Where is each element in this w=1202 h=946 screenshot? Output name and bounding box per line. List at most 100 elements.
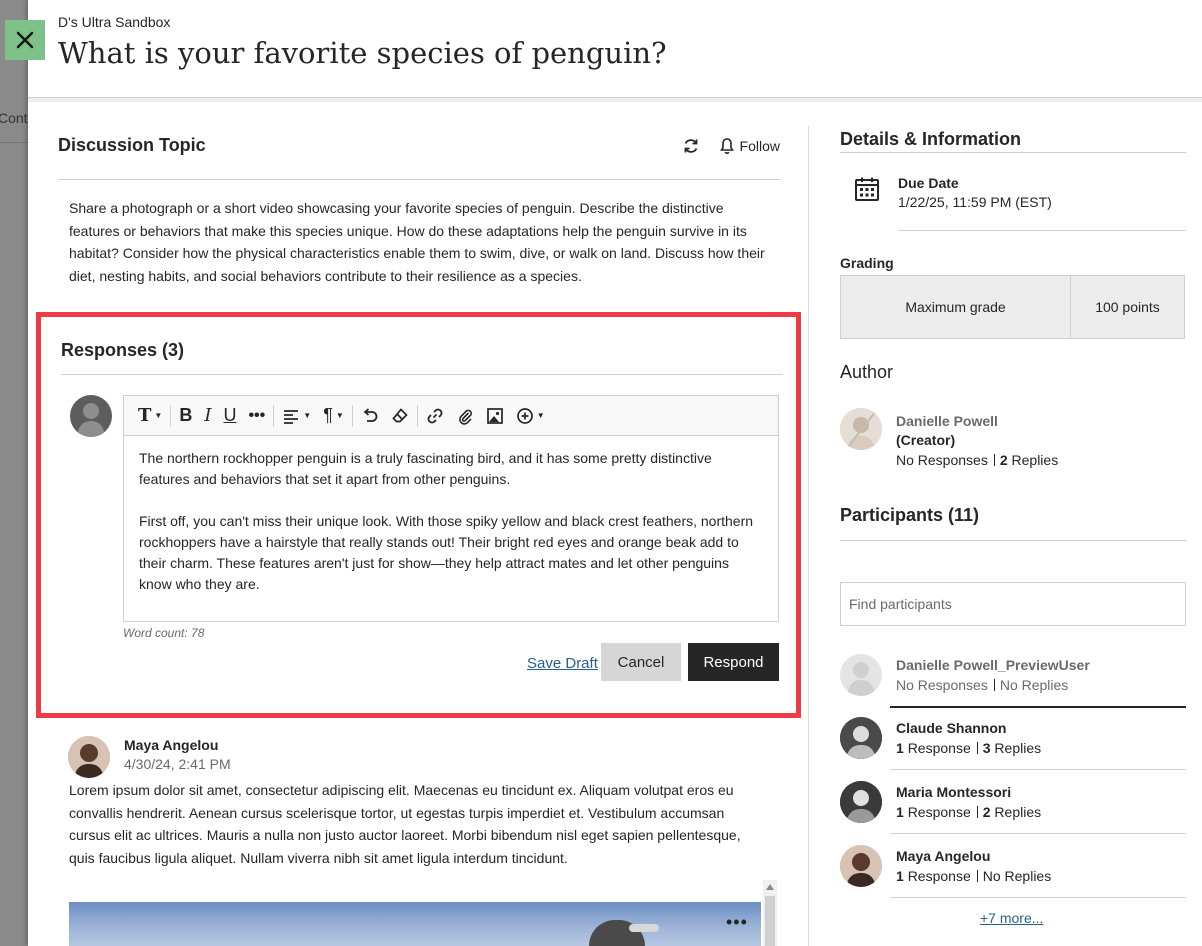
participant-divider [890, 897, 1186, 898]
plus-circle-icon [516, 407, 533, 424]
participant-replies-count: 3 [982, 740, 991, 756]
participant-divider [890, 833, 1186, 834]
participant-responses: No Responses [896, 677, 988, 693]
paperclip-icon [458, 409, 472, 425]
align-left-icon [284, 409, 299, 424]
editor-toolbar: T ▼ B I U ••• ▼ ¶ ▼ ▼ [124, 396, 778, 436]
align-dropdown[interactable]: ▼ [276, 402, 317, 430]
author-role: (Creator) [896, 432, 956, 448]
user-silhouette-icon [847, 662, 875, 696]
discussion-panel: D's Ultra Sandbox What is your favorite … [28, 0, 1202, 946]
user-photo-icon [840, 781, 882, 823]
due-date-value: 1/22/25, 11:59 PM (EST) [898, 194, 1052, 210]
participant-responses-count: 1 [896, 804, 904, 820]
clear-formatting-button[interactable] [385, 402, 415, 430]
author-heading: Author [840, 362, 894, 382]
chevron-down-icon: ▼ [335, 411, 344, 420]
more-participants-link[interactable]: +7 more... [980, 910, 1043, 926]
responses-heading: Responses (3) [61, 340, 185, 360]
participant-stats: 1 Response 2 Replies [896, 804, 1041, 820]
attach-file-button[interactable] [450, 402, 480, 430]
editor-content[interactable]: The northern rockhopper penguin is a tru… [139, 448, 764, 595]
participant-row[interactable]: Maya Angelou 1 Response No Replies [840, 845, 1186, 909]
grading-table: Maximum grade 100 points [840, 275, 1185, 339]
participants-heading: Participants (11) [840, 505, 980, 525]
responses-highlight: Responses (3) T ▼ B I U ••• ▼ ¶ ▼ ▼ The … [36, 312, 801, 718]
respond-button[interactable]: Respond [688, 643, 779, 681]
editor-paragraph: First off, you can't miss their unique l… [139, 513, 754, 592]
stat-separator [976, 870, 978, 882]
avatar [840, 654, 882, 696]
response-editor: T ▼ B I U ••• ▼ ¶ ▼ ▼ The northern rockh… [123, 395, 779, 622]
participant-divider [890, 706, 1186, 708]
avatar [68, 736, 110, 778]
background-nav-text: Conter [0, 110, 28, 126]
cancel-button[interactable]: Cancel [601, 643, 681, 681]
toolbar-separator [351, 404, 353, 427]
text-style-icon: T [138, 405, 152, 426]
participant-row[interactable]: Danielle Powell_PreviewUser No Responses… [840, 654, 1186, 718]
post-author: Maya Angelou [124, 737, 219, 753]
post-more-options-button[interactable]: ••• [726, 912, 748, 933]
details-divider [840, 152, 1186, 153]
more-formatting-button[interactable]: ••• [242, 402, 271, 430]
penguin-image-part [629, 924, 659, 932]
due-divider [898, 230, 1186, 231]
response-post: Maya Angelou 4/30/24, 2:41 PM Lorem ipsu… [58, 732, 780, 946]
participant-name: Danielle Powell_PreviewUser [896, 657, 1090, 673]
word-count: Word count: 78 [123, 626, 205, 640]
save-draft-link[interactable]: Save Draft [527, 655, 598, 672]
author-responses: No Responses [896, 452, 988, 468]
post-scrollbar[interactable] [763, 880, 777, 946]
responses-divider [61, 374, 783, 375]
toolbar-separator [273, 404, 275, 427]
author-name[interactable]: Danielle Powell [896, 413, 998, 429]
details-sidebar: Details & Information Due Date 1/22/25, … [840, 102, 1186, 946]
grading-label: Grading [840, 255, 894, 271]
insert-image-button[interactable] [480, 402, 510, 430]
refresh-button[interactable] [682, 137, 700, 155]
stat-separator [993, 454, 995, 466]
refresh-icon [684, 139, 697, 153]
bold-icon: B [179, 405, 193, 425]
user-photo-icon [840, 845, 882, 887]
bold-button[interactable]: B [173, 402, 198, 430]
participant-responses-count: 1 [896, 740, 904, 756]
details-heading: Details & Information [840, 129, 1022, 149]
undo-button[interactable] [355, 402, 385, 430]
column-separator [808, 126, 809, 946]
paragraph-dropdown[interactable]: ¶ ▼ [317, 402, 350, 430]
course-name: D's Ultra Sandbox [58, 14, 171, 30]
participant-row[interactable]: Maria Montessori 1 Response 2 Replies [840, 781, 1186, 845]
chevron-down-icon: ▼ [303, 411, 312, 420]
participant-replies-label: Replies [994, 804, 1042, 820]
background-page: Conter [0, 0, 28, 946]
participant-replies-label: Replies [994, 740, 1042, 756]
underline-icon: U [223, 405, 237, 425]
insert-content-dropdown[interactable]: ▼ [510, 402, 551, 430]
participant-responses-count: 1 [896, 868, 904, 884]
participants-divider [840, 540, 1186, 541]
participant-responses-label: Response [907, 868, 971, 884]
find-participants-input[interactable] [840, 582, 1186, 626]
participant-responses-label: Response [907, 740, 971, 756]
close-panel-button[interactable] [5, 20, 45, 60]
image-icon [486, 407, 503, 424]
author-replies-count: 2 [999, 452, 1008, 468]
participant-responses-label: Response [907, 804, 971, 820]
italic-button[interactable]: I [198, 402, 217, 430]
chevron-down-icon: ▼ [536, 411, 545, 420]
underline-button[interactable]: U [217, 402, 242, 430]
participant-stats: 1 Response 3 Replies [896, 740, 1041, 756]
stat-separator [976, 806, 978, 818]
participant-replies-count: 2 [982, 804, 991, 820]
user-photo-icon [840, 717, 882, 759]
scrollbar-thumb[interactable] [765, 896, 775, 946]
toolbar-separator [416, 404, 418, 427]
insert-link-button[interactable] [420, 402, 450, 430]
author-replies-label: Replies [1011, 452, 1059, 468]
text-style-dropdown[interactable]: T ▼ [132, 402, 168, 430]
follow-button[interactable]: Follow [718, 137, 780, 155]
current-user-avatar [70, 395, 112, 437]
participant-row[interactable]: Claude Shannon 1 Response 3 Replies [840, 717, 1186, 781]
